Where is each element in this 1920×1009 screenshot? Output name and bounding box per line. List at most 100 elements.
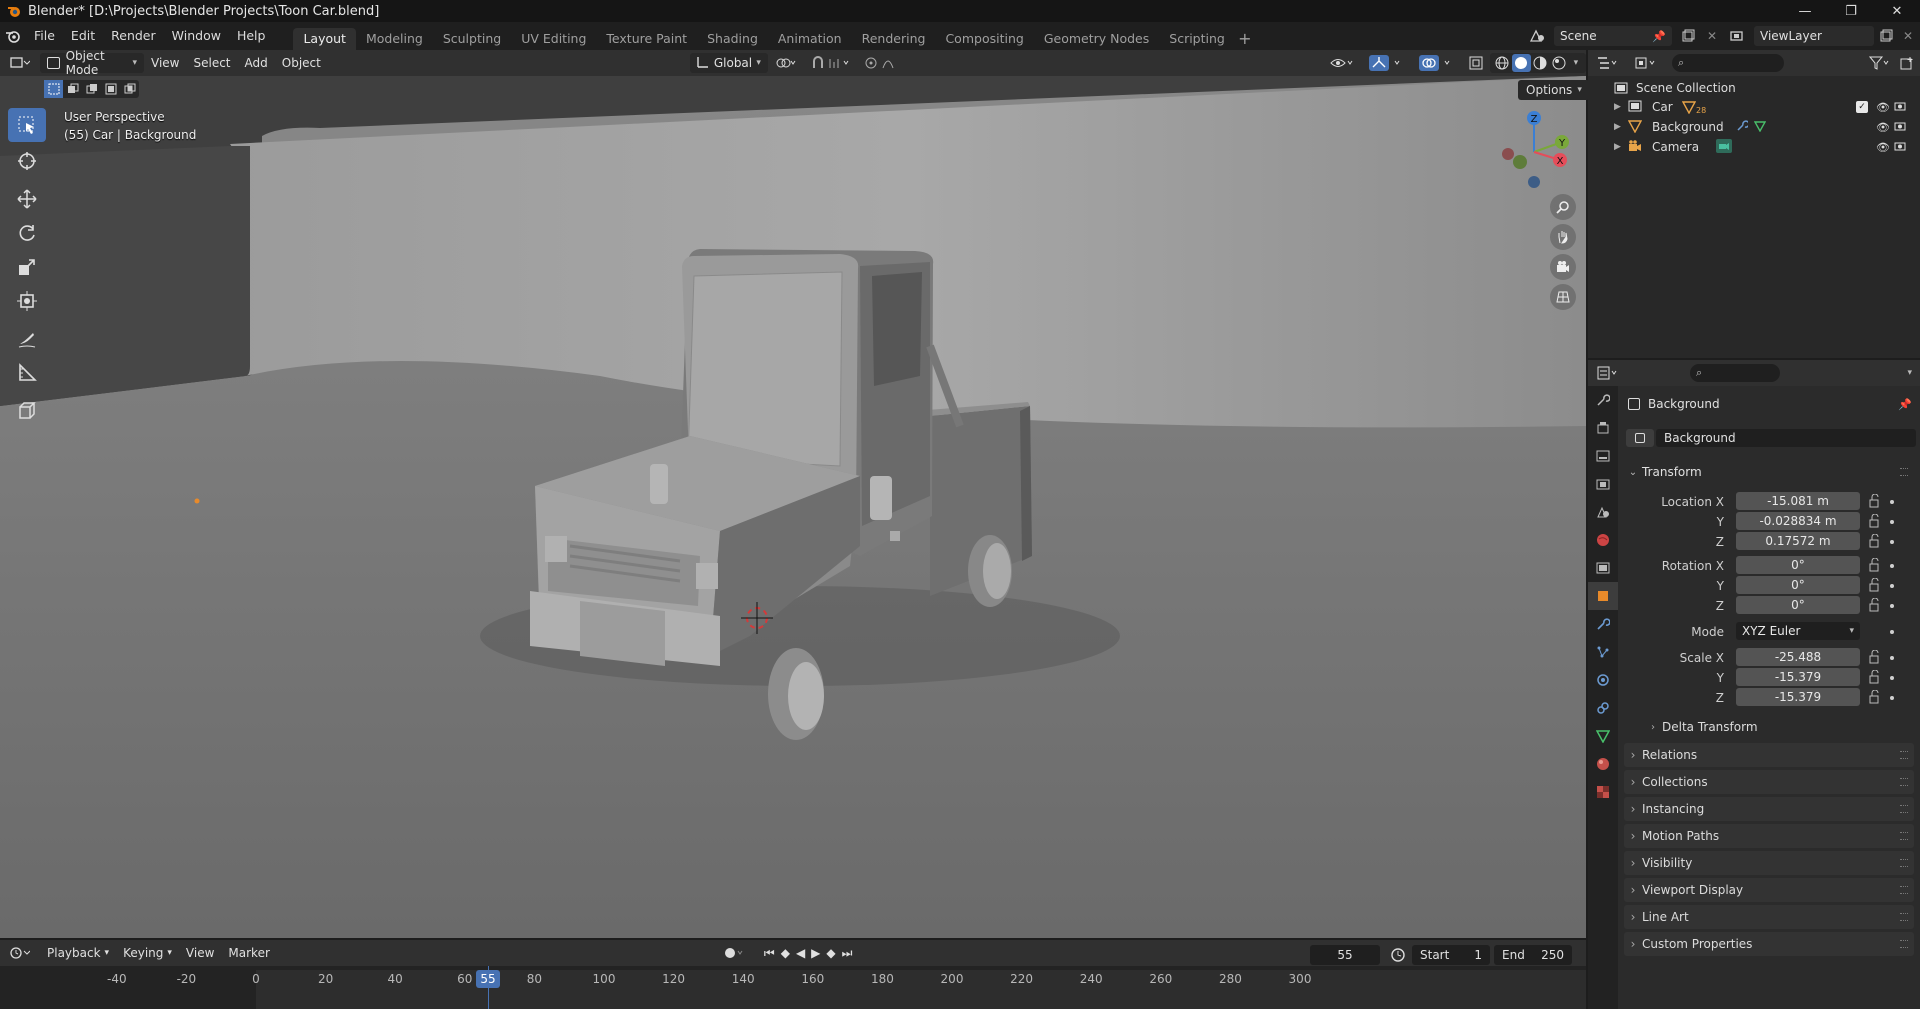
jump-end-icon[interactable]: ⏭ (839, 943, 856, 963)
keyframe-dot-icon[interactable] (1890, 540, 1894, 544)
object-mode-dropdown[interactable]: Object Mode ▾ (40, 49, 144, 77)
scene-browse-icon[interactable] (1524, 26, 1550, 46)
panel-collections[interactable]: › Collections (1624, 770, 1914, 794)
keyframe-dot-icon[interactable] (1890, 520, 1894, 524)
particles-tab-icon[interactable] (1588, 638, 1618, 666)
constraints-tab-icon[interactable] (1588, 694, 1618, 722)
eye-icon[interactable]: 👁 (1876, 141, 1890, 154)
timeline-marker-menu[interactable]: Marker (221, 943, 276, 963)
collection-checkbox[interactable]: ✓ (1856, 101, 1868, 113)
tab-uv-editing[interactable]: UV Editing (511, 28, 596, 50)
add-workspace-button[interactable]: + (1235, 29, 1255, 48)
menu-view[interactable]: View (144, 53, 186, 73)
transform-orientation-dropdown[interactable]: Global ▾ (689, 53, 768, 73)
keyframe-dot-icon[interactable] (1890, 676, 1894, 680)
tab-texture-paint[interactable]: Texture Paint (596, 28, 697, 50)
panel-line-art[interactable]: › Line Art (1624, 905, 1914, 929)
world-tab-icon[interactable] (1588, 526, 1618, 554)
timeline-editor-type-icon[interactable] (0, 946, 40, 960)
shading-options-chevron-icon[interactable]: ▾ (1569, 58, 1583, 68)
drag-grip-icon[interactable] (1900, 940, 1908, 948)
snap-icon[interactable] (804, 53, 858, 73)
render-camera-icon[interactable] (1894, 120, 1906, 135)
scale-y-field[interactable]: -15.379 (1736, 668, 1860, 686)
tab-scripting[interactable]: Scripting (1159, 28, 1235, 50)
scale-tool-icon[interactable] (8, 250, 46, 284)
view-layer-browse-icon[interactable] (1724, 26, 1750, 46)
lock-icon[interactable] (1868, 649, 1882, 664)
measure-tool-icon[interactable] (8, 356, 46, 390)
select-subtract-icon[interactable] (82, 80, 101, 98)
keyframe-dot-icon[interactable] (1890, 630, 1894, 634)
location-y-field[interactable]: -0.028834 m (1736, 512, 1860, 530)
outliner-item-background[interactable]: ▶ Background 👁 (1588, 117, 1920, 137)
tool-tab-icon[interactable] (1588, 386, 1618, 414)
camera-view-icon[interactable] (1550, 254, 1576, 280)
zoom-icon[interactable] (1550, 194, 1576, 220)
timeline-keying-menu[interactable]: Keying ▾ (116, 943, 179, 963)
preview-range-icon[interactable] (1388, 945, 1408, 965)
drag-grip-icon[interactable] (1900, 805, 1908, 813)
menu-select[interactable]: Select (186, 53, 237, 73)
keyframe-dot-icon[interactable] (1890, 564, 1894, 568)
view-layer-selector[interactable]: ViewLayer (1754, 26, 1874, 46)
lock-icon[interactable] (1868, 513, 1882, 528)
blender-menu-icon[interactable] (0, 29, 26, 43)
menu-object[interactable]: Object (275, 53, 328, 73)
tab-layout[interactable]: Layout (293, 28, 356, 50)
timeline-ruler[interactable]: 55 -40 -20 0 20 40 60 80 100 120 140 160 180 200 220 2… (0, 966, 1586, 1009)
menu-render[interactable]: Render (103, 22, 164, 50)
scale-z-field[interactable]: -15.379 (1736, 688, 1860, 706)
end-frame-field[interactable]: End 250 (1494, 945, 1572, 965)
drag-grip-icon[interactable] (1900, 913, 1908, 921)
menu-file[interactable]: File (26, 22, 63, 50)
lock-icon[interactable] (1868, 557, 1882, 572)
render-camera-icon[interactable] (1894, 100, 1906, 115)
properties-search-input[interactable]: ⌕ (1690, 364, 1780, 382)
xray-toggle-icon[interactable] (1462, 53, 1490, 73)
minimize-button[interactable]: — (1782, 0, 1828, 22)
collection-tab-icon[interactable] (1588, 554, 1618, 582)
3d-viewport[interactable]: User Perspective (55) Car | Background Z… (0, 76, 1586, 938)
location-x-field[interactable]: -15.081 m (1736, 492, 1860, 510)
object-browse-icon[interactable] (1626, 429, 1654, 447)
location-z-field[interactable]: 0.17572 m (1736, 532, 1860, 550)
lock-icon[interactable] (1868, 597, 1882, 612)
overlays-toggle-icon[interactable] (1412, 53, 1462, 73)
navigation-gizmo[interactable]: Z Y X (1490, 106, 1580, 196)
menu-edit[interactable]: Edit (63, 22, 103, 50)
pivot-point-icon[interactable] (768, 53, 804, 73)
lock-icon[interactable] (1868, 493, 1882, 508)
drag-grip-icon[interactable] (1900, 468, 1908, 476)
lock-icon[interactable] (1868, 689, 1882, 704)
gizmo-toggle-icon[interactable] (1362, 53, 1412, 73)
outliner-item-car[interactable]: ▶ Car 28 ✓ 👁 (1588, 97, 1920, 117)
proportional-editing-icon[interactable] (858, 53, 912, 73)
light-origin-dot[interactable] (194, 498, 200, 504)
tab-shading[interactable]: Shading (697, 28, 768, 50)
delete-view-layer-icon[interactable]: ✕ (1898, 26, 1918, 46)
select-new-icon[interactable] (44, 80, 63, 98)
tab-rendering[interactable]: Rendering (852, 28, 936, 50)
drag-grip-icon[interactable] (1900, 859, 1908, 867)
render-camera-icon[interactable] (1894, 140, 1906, 155)
outliner-item-camera[interactable]: ▶ Camera 👁 (1588, 137, 1920, 157)
object-name-field[interactable]: Background (1656, 429, 1916, 447)
play-reverse-icon[interactable]: ◀ (793, 943, 808, 963)
eye-icon[interactable]: 👁 (1876, 101, 1890, 114)
maximize-button[interactable]: ❐ (1828, 0, 1874, 22)
material-tab-icon[interactable] (1588, 750, 1618, 778)
new-scene-icon[interactable] (1676, 26, 1700, 46)
drag-grip-icon[interactable] (1900, 832, 1908, 840)
properties-editor-type-icon[interactable] (1588, 366, 1628, 380)
transform-panel-header[interactable]: ⌄ Transform (1624, 460, 1914, 484)
pan-hand-icon[interactable] (1550, 224, 1576, 250)
add-cube-tool-icon[interactable] (8, 394, 46, 428)
scene-tab-icon[interactable] (1588, 498, 1618, 526)
scale-x-field[interactable]: -25.488 (1736, 648, 1860, 666)
keyframe-dot-icon[interactable] (1890, 604, 1894, 608)
drag-grip-icon[interactable] (1900, 778, 1908, 786)
lock-icon[interactable] (1868, 577, 1882, 592)
tab-animation[interactable]: Animation (768, 28, 852, 50)
menu-add[interactable]: Add (238, 53, 275, 73)
